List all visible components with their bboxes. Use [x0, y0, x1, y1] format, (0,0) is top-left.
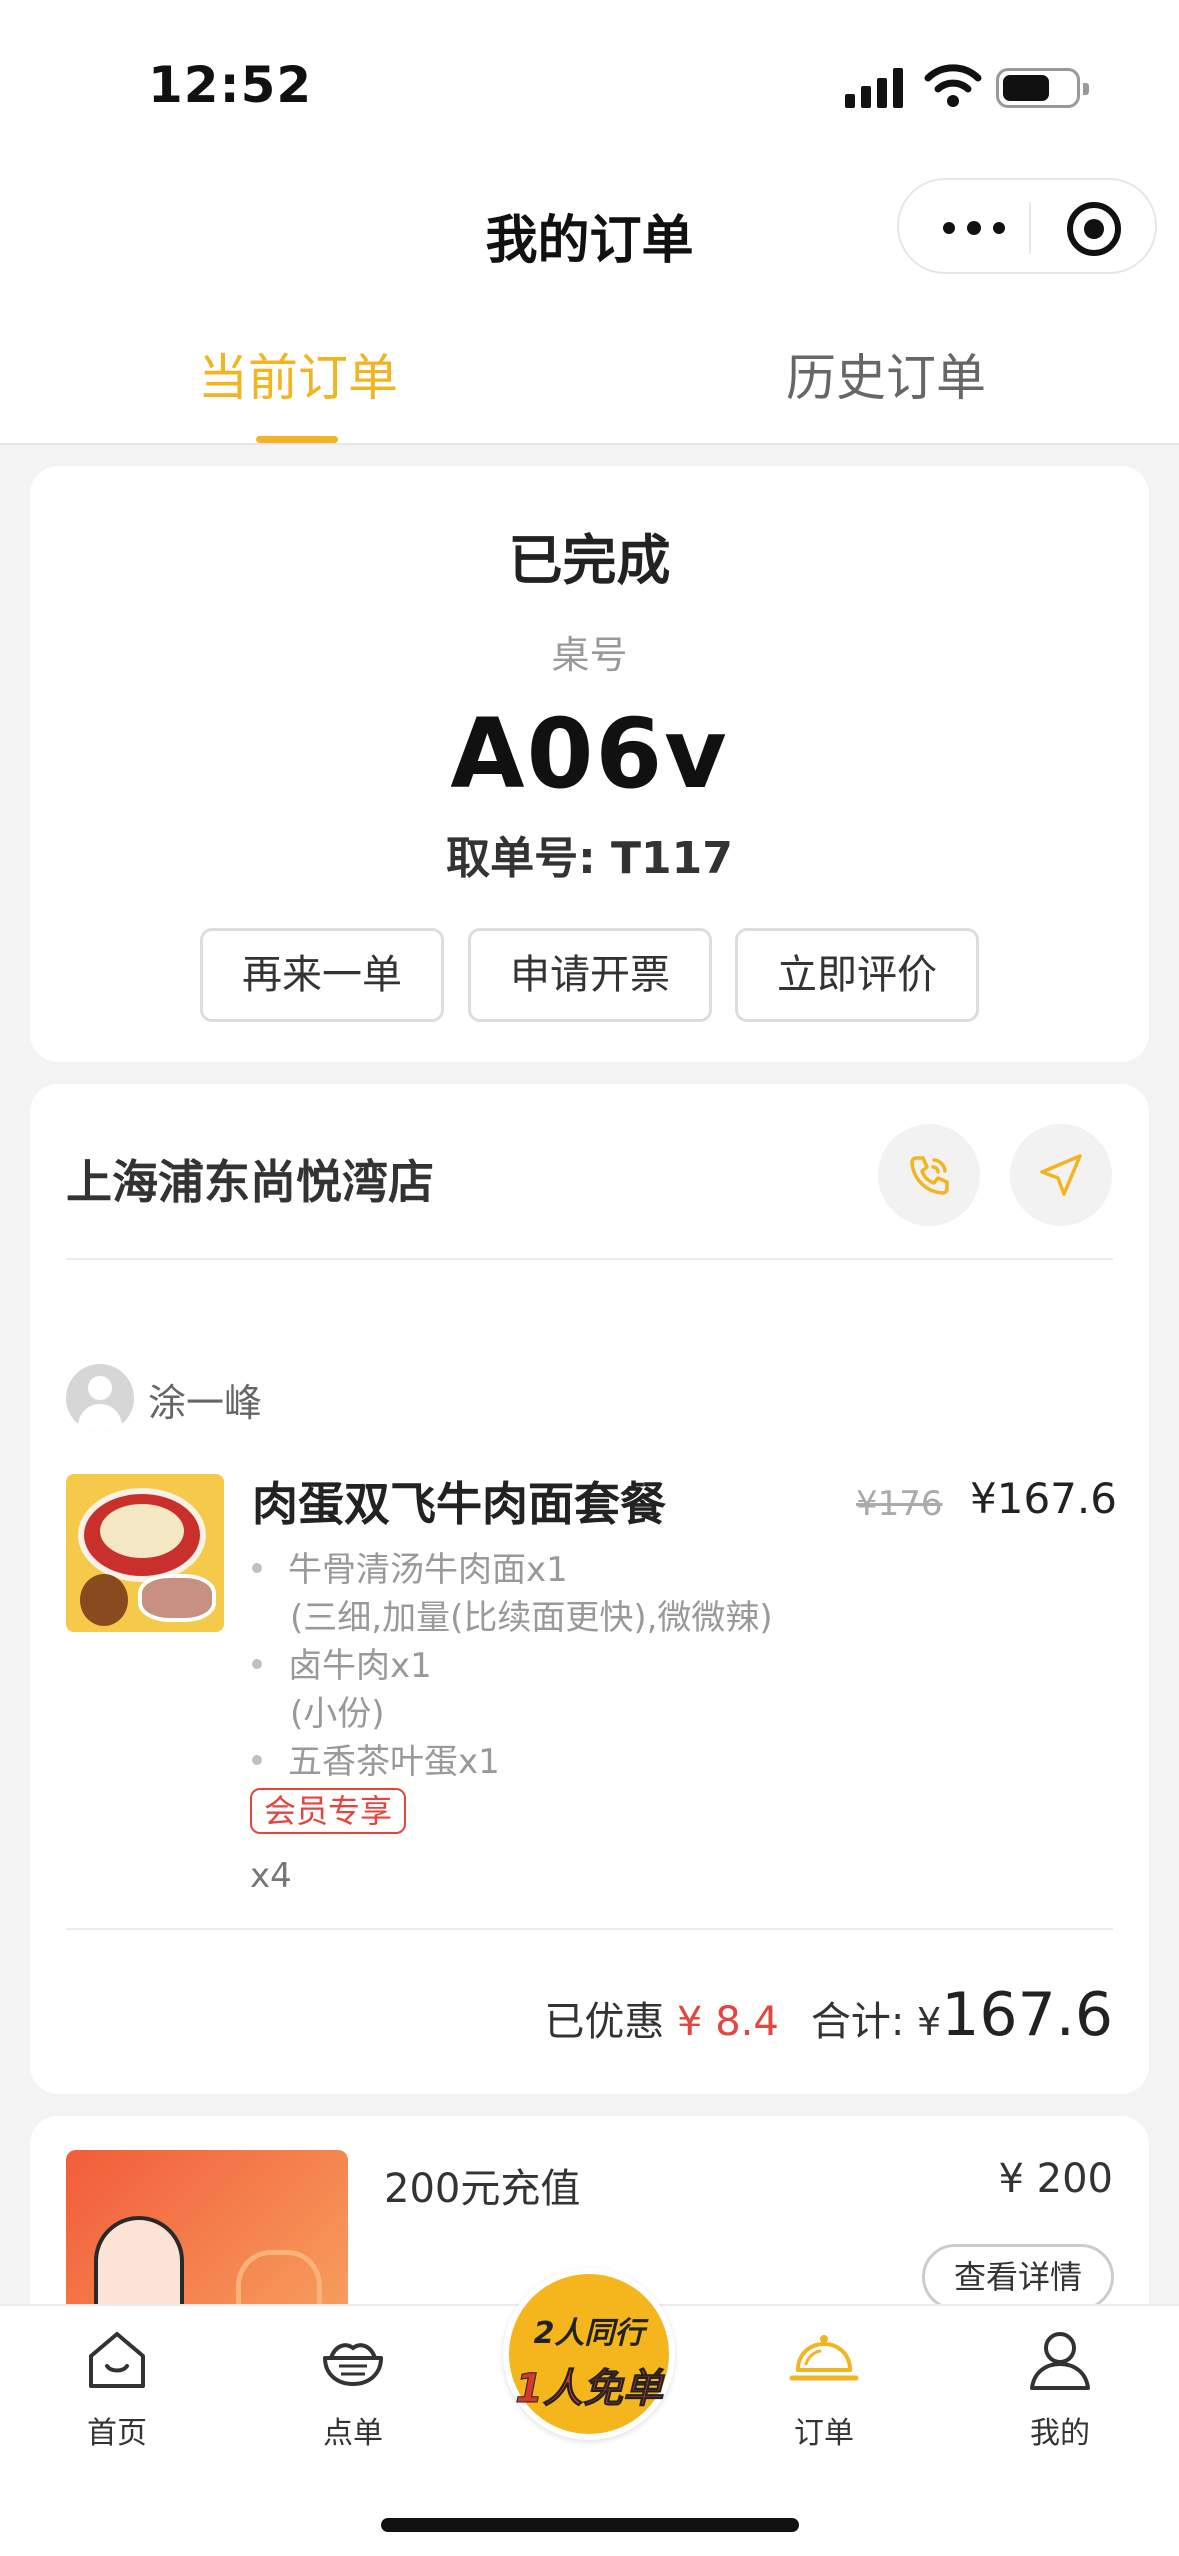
tab-history-orders[interactable]: 历史订单	[786, 338, 986, 410]
tabbar-item-orders[interactable]: 订单	[754, 2324, 894, 2452]
promo-badge-line1: 2人同行	[533, 2316, 645, 2351]
recharge-price: ¥ 200	[998, 2156, 1113, 2202]
store-divider	[66, 1258, 1113, 1260]
tabbar-label: 点单	[323, 2416, 383, 2451]
more-dots-icon[interactable]	[935, 206, 1025, 250]
member-exclusive-tag: 会员专享	[250, 1788, 407, 1834]
discount-label: 已优惠	[544, 1999, 665, 2045]
status-bar: 12:52	[0, 0, 1179, 170]
wifi-icon	[924, 64, 982, 107]
item-divider	[66, 1928, 1113, 1930]
capsule-divider	[1029, 202, 1031, 254]
call-store-button[interactable]	[878, 1124, 980, 1226]
tabbar-label: 订单	[794, 2416, 854, 2451]
noodle-bowl-icon	[323, 2343, 383, 2386]
item-component-note: (小份)	[252, 1686, 385, 1735]
rate-now-button[interactable]: 立即评价	[735, 928, 979, 1022]
header-divider	[0, 443, 1179, 445]
item-component-note: (三细,加量(比续面更快),微微辣)	[252, 1590, 773, 1639]
item-price: ¥167.6	[970, 1474, 1117, 1523]
tabbar-item-home[interactable]: 首页	[47, 2324, 187, 2452]
active-tab-indicator	[256, 436, 338, 443]
pickup-number: 取单号: T117	[446, 833, 733, 884]
total-currency: ¥	[917, 2000, 942, 2044]
navigate-store-button[interactable]	[1010, 1124, 1112, 1226]
component-note: (小份)	[290, 1694, 385, 1734]
item-component: 牛骨清汤牛肉面x1	[252, 1542, 568, 1591]
avatar	[66, 1364, 134, 1432]
item-quantity: x4	[250, 1856, 292, 1896]
header-area: 12:52 我的订单 当前订单 历史订单	[0, 0, 1179, 445]
table-number: A06v	[450, 698, 729, 810]
mini-program-capsule	[897, 178, 1157, 274]
tab-current-orders[interactable]: 当前订单	[198, 338, 398, 410]
phone-icon	[910, 1156, 949, 1195]
target-icon[interactable]	[1067, 202, 1121, 256]
order-detail-card: 上海浦东尚悦湾店 涂一峰 肉蛋双飞牛肉面套餐 ¥176 ¥167.6 牛骨清汤牛…	[30, 1084, 1149, 2094]
tabbar-item-mine[interactable]: 我的	[990, 2324, 1130, 2452]
table-number-label: 桌号	[551, 633, 628, 677]
reorder-button[interactable]: 再来一单	[200, 928, 444, 1022]
order-status-card: 已完成 桌号 A06v 取单号: T117 再来一单 申请开票 立即评价	[30, 466, 1149, 1062]
view-details-button[interactable]: 查看详情	[922, 2244, 1114, 2310]
total-label: 合计:	[810, 1999, 905, 2045]
tabbar-label: 我的	[1030, 2416, 1090, 2451]
tabbar-label: 首页	[87, 2416, 147, 2451]
item-component: 五香茶叶蛋x1	[252, 1734, 500, 1783]
store-name: 上海浦东尚悦湾店	[66, 1155, 434, 1209]
item-component: 卤牛肉x1	[252, 1638, 432, 1687]
order-status-text: 已完成	[508, 529, 671, 592]
navigation-arrow-icon	[1040, 1154, 1082, 1196]
order-summary: 已优惠 ¥ 8.4 合计: ¥167.6	[544, 1980, 1113, 2050]
total-value: 167.6	[941, 1980, 1113, 2050]
customer-name: 涂一峰	[148, 1381, 263, 1425]
component-name: 五香茶叶蛋x1	[288, 1742, 500, 1782]
component-name: 卤牛肉x1	[288, 1646, 432, 1686]
item-name: 肉蛋双飞牛肉面套餐	[252, 1477, 666, 1531]
home-icon	[89, 2332, 145, 2388]
battery-icon	[996, 68, 1089, 108]
status-time: 12:52	[148, 56, 313, 114]
tabbar-item-menu[interactable]: 点单	[283, 2324, 423, 2452]
request-invoice-button[interactable]: 申请开票	[468, 928, 712, 1022]
promo-badge-button[interactable]: 2人同行 1人免单	[503, 2268, 675, 2440]
promo-badge-line2: 1人免单	[515, 2366, 664, 2413]
item-image	[66, 1474, 224, 1632]
home-indicator	[381, 2518, 799, 2532]
signal-icon	[845, 68, 905, 108]
recharge-name: 200元充值	[384, 2166, 581, 2212]
person-icon	[1030, 2332, 1090, 2390]
component-note: (三细,加量(比续面更快),微微辣)	[290, 1598, 773, 1638]
component-name: 牛骨清汤牛肉面x1	[288, 1550, 568, 1590]
order-cloche-icon	[789, 2335, 859, 2381]
discount-value: ¥ 8.4	[677, 1999, 779, 2045]
item-original-price: ¥176	[856, 1484, 943, 1524]
